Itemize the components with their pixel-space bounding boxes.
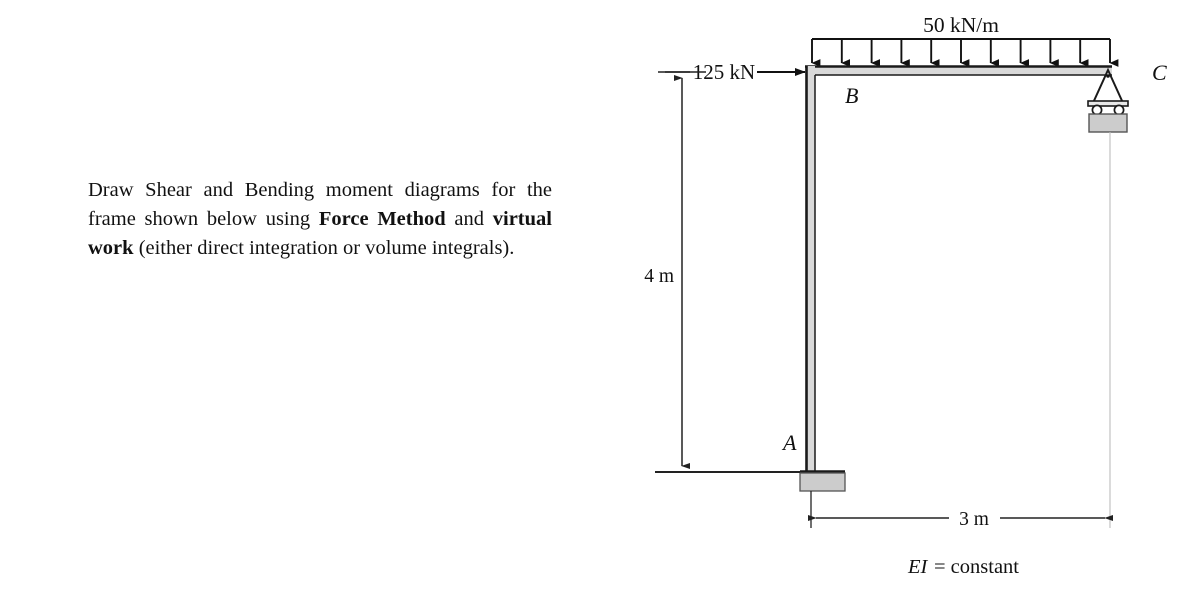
support-foundation-A xyxy=(799,472,846,492)
frame-members xyxy=(805,65,1112,472)
distributed-load-label: 50 kN/m xyxy=(923,13,999,37)
roller-wheel-left-C xyxy=(1091,104,1103,116)
support-foundation-C xyxy=(1088,113,1128,133)
dimension-label-3m: 3 m xyxy=(959,509,989,530)
distributed-load-group: 50 kN/m xyxy=(811,13,1119,67)
frame-diagram: 50 kN/m 125 kN B C A 4 m 3 m EI = consta… xyxy=(644,13,1167,578)
joint-label-A: A xyxy=(781,430,797,455)
fixed-support-A xyxy=(799,470,846,492)
ei-constant-text: = constant xyxy=(934,556,1019,578)
roller-support-C xyxy=(1087,67,1129,133)
roller-wheel-right-C xyxy=(1113,104,1125,116)
joint-label-C: C xyxy=(1152,60,1167,85)
figure-page: Draw Shear and Bending moment diagrams f… xyxy=(0,0,1200,594)
joint-label-B: B xyxy=(845,83,858,108)
support-plate-C xyxy=(1087,100,1129,107)
dimension-label-4m: 4 m xyxy=(644,266,674,287)
ei-constant-note: EI = constant xyxy=(907,556,1019,578)
support-pin-dot-C xyxy=(1106,74,1110,78)
dimension-horizontal-3m: 3 m xyxy=(807,132,1114,530)
dimension-vertical-4m: 4 m xyxy=(644,71,800,473)
ei-symbol: EI xyxy=(907,556,929,578)
distributed-load-arrows xyxy=(811,39,1119,67)
